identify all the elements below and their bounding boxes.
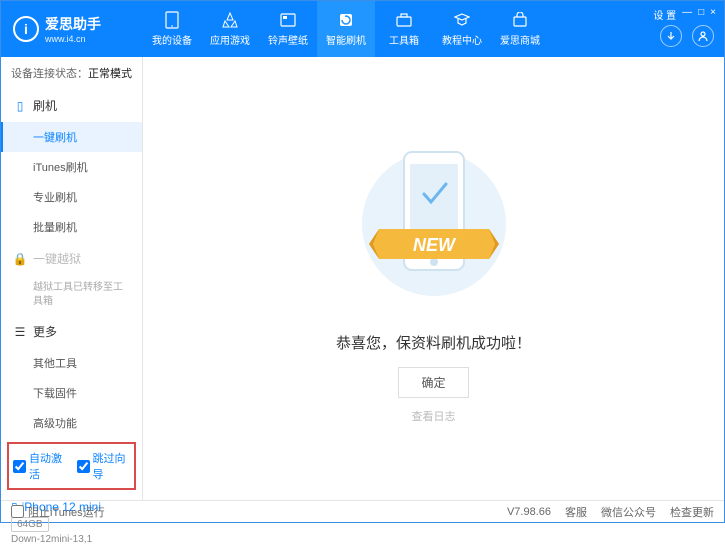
sidebar-item-pro[interactable]: 专业刷机	[1, 182, 142, 212]
block-itunes-checkbox[interactable]: 阻止iTunes运行	[11, 504, 105, 520]
nav-label: 我的设备	[152, 32, 192, 47]
flash-icon	[337, 11, 355, 29]
nav-label: 智能刷机	[326, 32, 366, 47]
auto-activate-checkbox[interactable]: 自动激活	[13, 450, 67, 482]
tutorial-icon	[453, 11, 471, 29]
main-nav: 我的设备 应用游戏 铃声壁纸 智能刷机 工具箱 教程中心 爱思商城	[143, 1, 549, 57]
nav-label: 爱思商城	[500, 32, 540, 47]
main-content: NEW 恭喜您，保资料刷机成功啦！ 确定 查看日志	[143, 57, 724, 500]
shop-icon	[511, 11, 529, 29]
download-icon[interactable]	[660, 25, 682, 47]
sidebar-item-firmware[interactable]: 下载固件	[1, 378, 142, 408]
options-box: 自动激活 跳过向导	[7, 442, 136, 490]
nav-toolbox[interactable]: 工具箱	[375, 1, 433, 57]
user-icon[interactable]	[692, 25, 714, 47]
sidebar-item-other[interactable]: 其他工具	[1, 348, 142, 378]
nav-tutorial[interactable]: 教程中心	[433, 1, 491, 57]
phone-icon	[163, 11, 181, 29]
sidebar-item-oneclick[interactable]: 一键刷机	[1, 122, 142, 152]
connection-status: 设备连接状态：正常模式	[1, 57, 142, 89]
window-controls: 设 置 — □ ×	[653, 7, 716, 22]
wallpaper-icon	[279, 11, 297, 29]
nav-label: 应用游戏	[210, 32, 250, 47]
new-badge: NEW	[413, 235, 457, 255]
header-actions	[660, 25, 714, 47]
nav-my-device[interactable]: 我的设备	[143, 1, 201, 57]
lock-icon: 🔒	[13, 252, 27, 266]
version-label: V7.98.66	[507, 506, 551, 518]
nav-shop[interactable]: 爱思商城	[491, 1, 549, 57]
logo-icon: i	[13, 16, 39, 42]
apps-icon	[221, 11, 239, 29]
nav-ringtone[interactable]: 铃声壁纸	[259, 1, 317, 57]
success-message: 恭喜您，保资料刷机成功啦！	[336, 332, 531, 353]
support-link[interactable]: 客服	[565, 504, 587, 520]
maximize-btn[interactable]: □	[698, 7, 704, 22]
success-illustration: NEW	[359, 134, 509, 314]
nav-label: 工具箱	[389, 32, 419, 47]
sidebar-item-batch[interactable]: 批量刷机	[1, 212, 142, 242]
nav-apps[interactable]: 应用游戏	[201, 1, 259, 57]
view-log-link[interactable]: 查看日志	[412, 408, 456, 424]
phone-icon: ▯	[13, 99, 27, 113]
section-jailbreak: 🔒 一键越狱	[1, 242, 142, 275]
minimize-btn[interactable]: —	[682, 7, 692, 22]
sidebar-item-advanced[interactable]: 高级功能	[1, 408, 142, 438]
nav-label: 铃声壁纸	[268, 32, 308, 47]
section-more[interactable]: ☰ 更多	[1, 315, 142, 348]
close-btn[interactable]: ×	[710, 7, 716, 22]
sidebar: 设备连接状态：正常模式 ▯ 刷机 一键刷机 iTunes刷机 专业刷机 批量刷机…	[1, 57, 143, 500]
settings-btn[interactable]: 设 置	[653, 7, 676, 22]
app-url: www.i4.cn	[45, 34, 101, 44]
update-link[interactable]: 检查更新	[670, 504, 714, 520]
toolbox-icon	[395, 11, 413, 29]
logo-area: i 爱思助手 www.i4.cn	[1, 14, 143, 44]
more-icon: ☰	[13, 325, 27, 339]
app-header: i 爱思助手 www.i4.cn 我的设备 应用游戏 铃声壁纸 智能刷机 工具箱	[1, 1, 724, 57]
confirm-button[interactable]: 确定	[398, 367, 468, 398]
device-meta: Down-12mini-13,1	[11, 534, 132, 545]
sidebar-item-itunes[interactable]: iTunes刷机	[1, 152, 142, 182]
nav-flash[interactable]: 智能刷机	[317, 1, 375, 57]
wechat-link[interactable]: 微信公众号	[601, 504, 656, 520]
section-flash[interactable]: ▯ 刷机	[1, 89, 142, 122]
jailbreak-note: 越狱工具已转移至工具箱	[1, 275, 142, 315]
nav-label: 教程中心	[442, 32, 482, 47]
skip-guide-checkbox[interactable]: 跳过向导	[77, 450, 131, 482]
app-title: 爱思助手	[45, 14, 101, 34]
